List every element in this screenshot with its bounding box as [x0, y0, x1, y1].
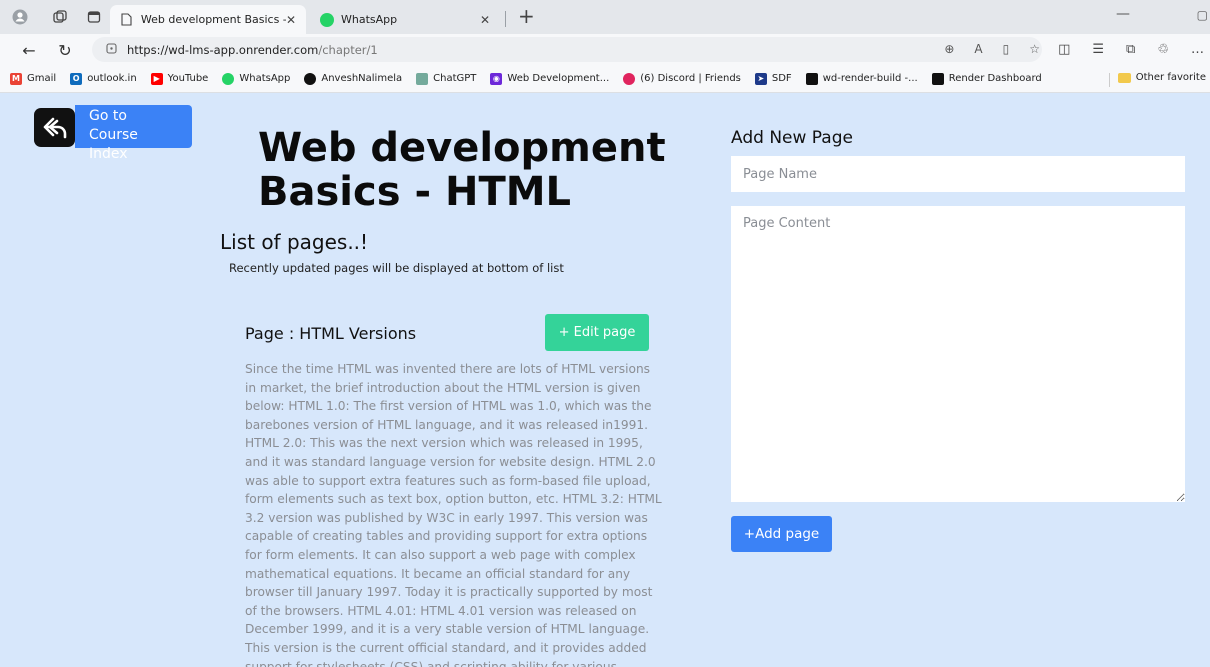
add-new-page-heading: Add New Page	[731, 128, 853, 148]
read-aloud-icon[interactable]: A	[974, 42, 982, 56]
reader-view-icon[interactable]: ▯	[1003, 42, 1010, 56]
discord-icon	[623, 72, 636, 85]
bookmark-label: YouTube	[167, 73, 209, 84]
profile-icon[interactable]	[10, 7, 30, 27]
tab-whatsapp[interactable]: WhatsApp ✕	[310, 5, 500, 34]
close-icon[interactable]: ✕	[286, 13, 296, 27]
site-info-icon[interactable]	[106, 42, 117, 57]
bookmark-label: ChatGPT	[433, 73, 477, 84]
workspaces-icon[interactable]	[50, 7, 70, 27]
bookmark-item[interactable]: ▶ YouTube	[150, 72, 209, 85]
bookmark-item[interactable]: M Gmail	[10, 72, 57, 85]
youtube-icon: ▶	[150, 72, 163, 85]
bookmark-item[interactable]: Render Dashboard	[931, 72, 1042, 85]
tab-title: WhatsApp	[341, 13, 398, 26]
back-arrow-icon[interactable]: ←	[18, 39, 40, 61]
bookmark-item[interactable]: WhatsApp	[222, 72, 291, 85]
page-icon	[120, 13, 134, 27]
bookmark-label: (6) Discord | Friends	[640, 73, 741, 84]
browser-nav-bar: ← ↻ https://wd-lms-app.onrender.com/chap…	[0, 34, 1210, 65]
bookmark-item[interactable]: wd-render-build -...	[805, 72, 918, 85]
chapter-title: Web development Basics - HTML	[258, 125, 666, 215]
whatsapp-icon	[320, 12, 334, 27]
refresh-icon[interactable]: ↻	[54, 39, 76, 61]
close-icon[interactable]: ✕	[480, 13, 490, 27]
bookmark-item[interactable]: (6) Discord | Friends	[623, 72, 741, 85]
minimize-icon[interactable]: —	[1116, 6, 1130, 22]
favorites-icon[interactable]: ☰	[1092, 42, 1104, 57]
more-icon[interactable]: …	[1191, 42, 1204, 57]
maximize-icon[interactable]: ▢	[1197, 8, 1208, 22]
collections-icon[interactable]: ⧉	[1126, 42, 1135, 57]
github-icon	[304, 72, 317, 85]
render-icon	[805, 72, 818, 85]
favorite-star-icon[interactable]: ☆	[1029, 42, 1040, 56]
bookmark-item[interactable]: AnveshNalimela	[304, 72, 403, 85]
page-content-textarea[interactable]	[731, 206, 1185, 502]
tab-actions-icon[interactable]	[84, 7, 104, 27]
bookmark-label: Render Dashboard	[948, 73, 1042, 84]
outlook-icon: O	[70, 72, 83, 85]
bookmark-label: WhatsApp	[239, 73, 291, 84]
eye-icon: ◉	[490, 72, 503, 85]
bird-icon: ➤	[754, 72, 767, 85]
bookmark-label: wd-render-build -...	[822, 73, 918, 84]
address-bar[interactable]: https://wd-lms-app.onrender.com/chapter/…	[92, 37, 1042, 62]
url-path: /chapter/1	[318, 42, 378, 57]
zoom-icon[interactable]: ⊕	[944, 42, 954, 56]
other-favorites-folder[interactable]: Other favorite	[1117, 72, 1210, 83]
bookmark-item[interactable]: ➤ SDF	[754, 72, 792, 85]
bookmarks-bar: M Gmail Ooutlook.in ▶ YouTube WhatsApp AnveshN…	[0, 65, 1210, 93]
split-screen-icon[interactable]: ◫	[1058, 42, 1070, 57]
folder-icon	[1117, 72, 1131, 83]
page-name-input[interactable]	[731, 156, 1185, 192]
bookmark-separator	[1109, 73, 1110, 87]
browser-tab-bar: Web development Basics - HTML ✕ WhatsApp…	[0, 0, 1210, 34]
render-icon	[931, 72, 944, 85]
new-tab-icon[interactable]: +	[518, 6, 535, 26]
url-host: https://wd-lms-app.onrender.com	[127, 42, 319, 57]
list-of-pages-heading: List of pages..!	[220, 230, 369, 254]
back-arrow-icon[interactable]	[34, 108, 75, 147]
go-to-course-index-button[interactable]: Go to Course Index	[75, 105, 192, 162]
bookmark-label: Web Development...	[507, 73, 610, 84]
chatgpt-icon	[416, 72, 429, 85]
bookmark-label: outlook.in	[87, 73, 137, 84]
extensions-icon[interactable]: ♲	[1157, 42, 1169, 57]
whatsapp-icon	[222, 72, 235, 85]
page-item-title: Page : HTML Versions	[245, 324, 417, 343]
add-page-button[interactable]: +Add page	[731, 516, 832, 552]
gmail-icon: M	[10, 72, 22, 85]
bookmark-item[interactable]: ChatGPT	[416, 72, 477, 85]
bookmark-label: SDF	[771, 73, 792, 84]
bookmark-item[interactable]: Ooutlook.in	[70, 72, 137, 85]
bookmark-label: Gmail	[27, 73, 57, 84]
edit-page-button[interactable]: + Edit page	[545, 314, 649, 351]
other-favorites-label: Other favorite	[1135, 72, 1206, 83]
tab-separator	[505, 11, 506, 27]
bookmark-item[interactable]: ◉ Web Development...	[490, 72, 610, 85]
page-item-content: Since the time HTML was invented there a…	[245, 362, 662, 667]
tab-title: Web development Basics - HTML	[140, 13, 286, 26]
list-of-pages-subheading: Recently updated pages will be displayed…	[229, 261, 564, 275]
tab-web-development-basics[interactable]: Web development Basics - HTML ✕	[110, 5, 306, 34]
browser-toolbar: ◫ ☰ ⧉ ♲ …	[1058, 42, 1210, 57]
bookmark-label: AnveshNalimela	[321, 73, 403, 84]
address-bar-actions: ⊕ A ▯ ☆	[944, 42, 1040, 56]
